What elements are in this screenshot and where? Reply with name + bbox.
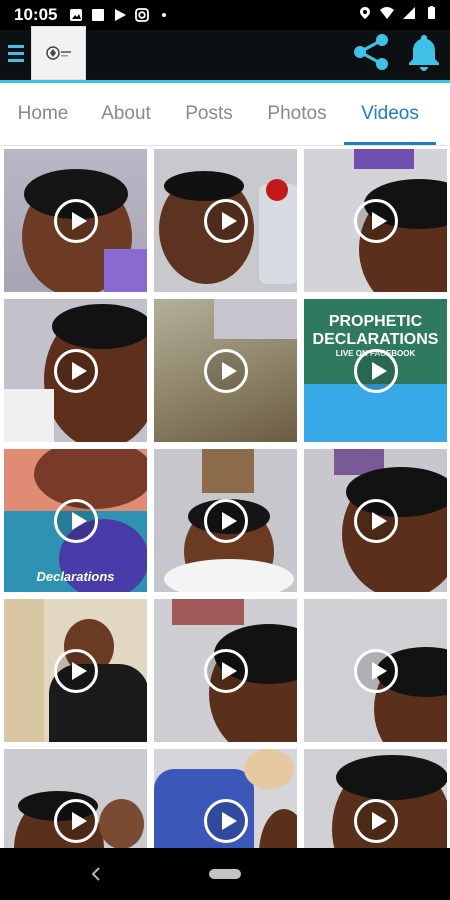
dot-icon xyxy=(162,13,167,17)
play-icon xyxy=(53,198,98,243)
bell-icon[interactable] xyxy=(406,33,442,71)
tab-posts[interactable]: Posts xyxy=(168,83,250,145)
play-icon xyxy=(53,798,98,843)
video-thumbnail[interactable] xyxy=(154,299,297,442)
play-icon xyxy=(353,198,398,243)
church-logo-icon xyxy=(45,46,71,60)
play-icon xyxy=(203,648,248,693)
tab-photos[interactable]: Photos xyxy=(252,83,342,145)
play-icon xyxy=(203,198,248,243)
video-thumbnail[interactable] xyxy=(4,599,147,742)
video-thumbnail[interactable] xyxy=(304,749,447,848)
play-store-icon xyxy=(115,9,127,21)
video-thumbnail[interactable] xyxy=(304,449,447,592)
video-thumbnail[interactable] xyxy=(154,749,297,848)
app-logo[interactable] xyxy=(31,26,86,80)
back-chevron-icon[interactable] xyxy=(90,867,102,881)
play-icon xyxy=(203,498,248,543)
play-icon xyxy=(353,648,398,693)
play-icon xyxy=(353,498,398,543)
instagram-icon xyxy=(135,8,150,22)
play-icon xyxy=(353,798,398,843)
video-thumbnail[interactable] xyxy=(154,149,297,292)
play-icon xyxy=(53,348,98,393)
video-thumbnail[interactable] xyxy=(304,149,447,292)
video-thumbnail[interactable] xyxy=(4,749,147,848)
play-icon xyxy=(53,498,98,543)
play-icon xyxy=(353,348,398,393)
video-thumbnail[interactable]: PROPHETIC DECLARATIONS LIVE ON FACEBOOK xyxy=(304,299,447,442)
wifi-icon xyxy=(380,7,394,19)
video-thumbnail[interactable] xyxy=(154,449,297,592)
hamburger-icon[interactable] xyxy=(8,43,24,65)
image-icon xyxy=(70,9,83,21)
active-tab-indicator xyxy=(344,142,436,145)
play-icon xyxy=(203,798,248,843)
video-thumbnail[interactable] xyxy=(304,599,447,742)
status-time: 10:05 xyxy=(14,5,58,24)
battery-icon xyxy=(428,6,435,19)
signal-icon xyxy=(403,7,415,19)
tab-bar: Home About Posts Photos Videos xyxy=(0,83,450,146)
share-icon[interactable] xyxy=(352,33,390,71)
tab-about[interactable]: About xyxy=(86,83,166,145)
video-thumbnail[interactable] xyxy=(4,299,147,442)
video-thumbnail[interactable] xyxy=(154,599,297,742)
location-icon xyxy=(360,7,370,19)
video-title: Declarations xyxy=(36,569,115,584)
video-thumbnail[interactable] xyxy=(4,149,147,292)
play-icon xyxy=(53,648,98,693)
play-icon xyxy=(203,348,248,393)
tab-home[interactable]: Home xyxy=(0,83,86,145)
home-pill-icon[interactable] xyxy=(209,869,241,879)
square-icon xyxy=(92,9,105,21)
video-title: PROPHETIC DECLARATIONS xyxy=(312,313,439,348)
video-grid: PROPHETIC DECLARATIONS LIVE ON FACEBOOK … xyxy=(0,146,450,848)
video-thumbnail[interactable]: Declarations xyxy=(4,449,147,592)
tab-videos[interactable]: Videos xyxy=(344,83,436,145)
